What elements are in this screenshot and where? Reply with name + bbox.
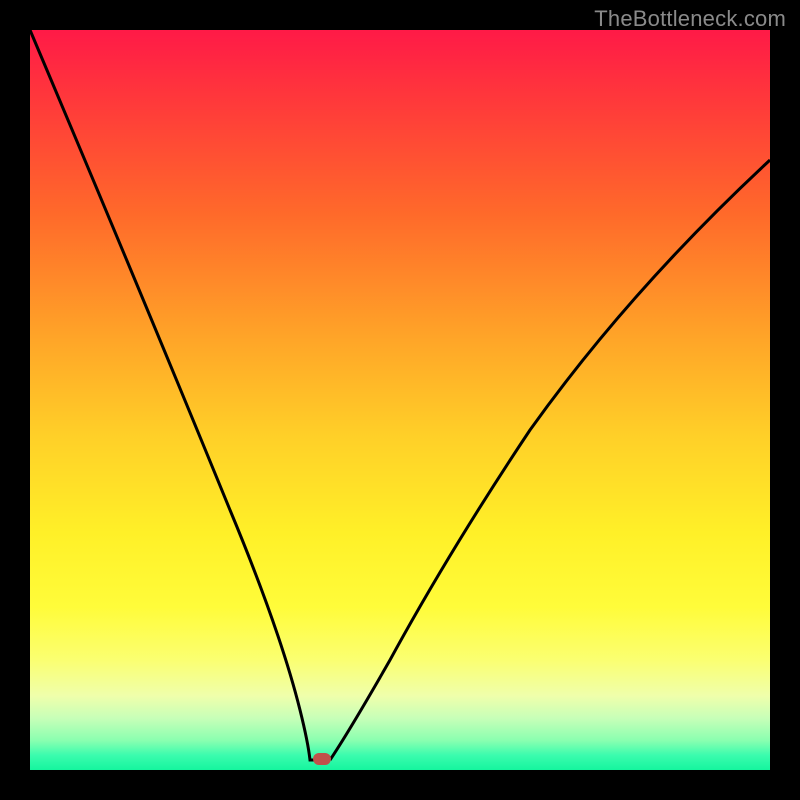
watermark-text: TheBottleneck.com [594, 6, 786, 32]
chart-frame: TheBottleneck.com [0, 0, 800, 800]
bottleneck-curve [30, 30, 770, 770]
plot-area [30, 30, 770, 770]
curve-right-branch [330, 160, 770, 760]
optimum-marker [313, 753, 331, 765]
curve-left-branch [30, 30, 330, 760]
